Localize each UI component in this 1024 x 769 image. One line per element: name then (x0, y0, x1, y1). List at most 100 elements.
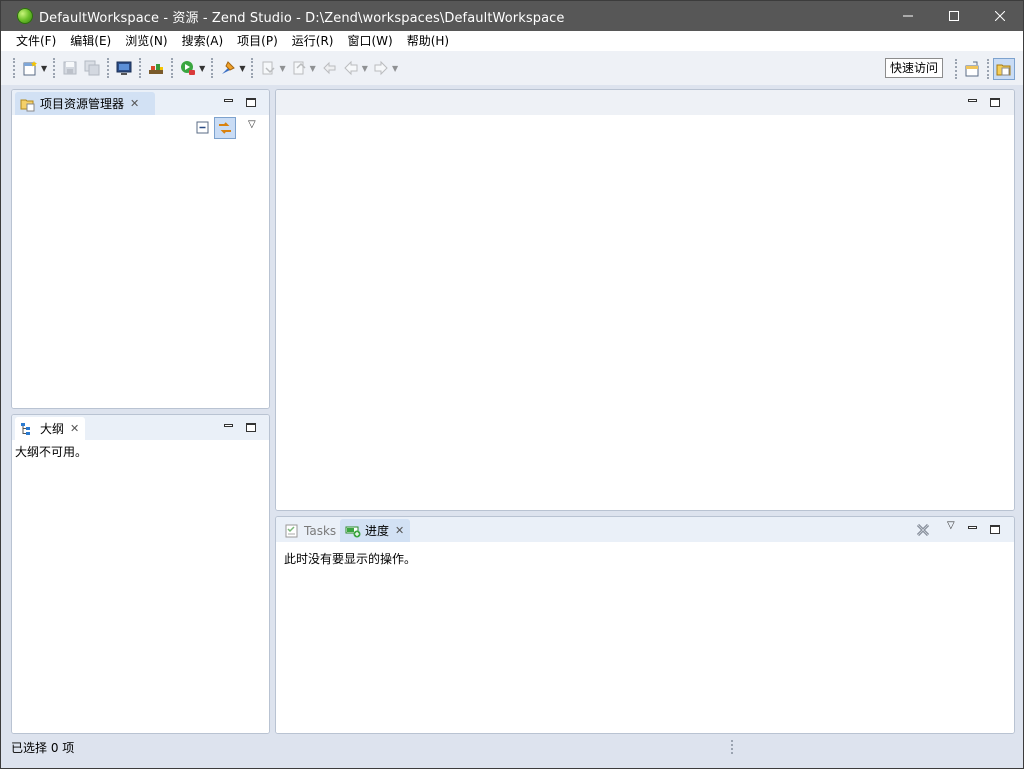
editor-area-header (276, 90, 1014, 115)
tasks-icon (284, 523, 300, 539)
outline-body: 大纲不可用。 (12, 440, 269, 733)
view-menu-icon[interactable]: ▽ (248, 119, 256, 130)
close-button[interactable] (977, 1, 1023, 31)
close-icon (995, 11, 1005, 21)
run-dropdown-icon[interactable]: ▼ (199, 64, 205, 73)
toolbar-separator (139, 58, 142, 78)
toolbar-grip[interactable] (955, 59, 957, 79)
next-annotation-dropdown-icon[interactable]: ▼ (279, 64, 285, 73)
title-bar[interactable]: DefaultWorkspace - 资源 - Zend Studio - D:… (1, 1, 1023, 31)
menu-window[interactable]: 窗口(W) (340, 31, 399, 51)
editor-area (275, 89, 1015, 511)
minimize-view-button[interactable] (222, 96, 234, 108)
new-dropdown-icon[interactable]: ▼ (41, 64, 47, 73)
tab-progress-label: 进度 (365, 524, 390, 538)
forward-dropdown-icon[interactable]: ▼ (392, 64, 398, 73)
collapse-all-icon[interactable] (195, 120, 211, 136)
project-explorer-body[interactable]: ▽ (12, 115, 269, 408)
menu-search[interactable]: 搜索(A) (175, 31, 231, 51)
toolbar-separator (251, 58, 254, 78)
maximize-view-icon (246, 422, 256, 432)
tab-tasks[interactable]: Tasks (279, 519, 342, 542)
remove-all-finished-icon[interactable] (914, 521, 932, 539)
project-explorer-panel: 项目资源管理器 ✕ ▽ (11, 89, 270, 409)
new-icon[interactable] (22, 60, 38, 76)
zend-studio-app-icon (17, 8, 33, 24)
quick-access-field[interactable]: 快速访问 (884, 58, 943, 78)
toolbar-separator (107, 58, 110, 78)
status-text: 已选择 0 项 (11, 740, 75, 755)
window-title: DefaultWorkspace - 资源 - Zend Studio - D:… (39, 10, 565, 26)
minimize-view-icon (967, 525, 977, 529)
status-bar-separator (731, 740, 733, 754)
menu-project[interactable]: 项目(P) (230, 31, 285, 51)
progress-icon (345, 523, 361, 539)
minimize-view-icon (223, 423, 233, 427)
open-perspective-button[interactable] (961, 58, 983, 80)
maximize-view-icon (990, 97, 1000, 107)
resource-perspective-button[interactable] (993, 58, 1015, 80)
deploy-dropdown-icon[interactable]: ▼ (239, 64, 245, 73)
outline-panel: 大纲 ✕ 大纲不可用。 (11, 414, 270, 734)
maximize-view-icon (990, 524, 1000, 534)
outline-icon (20, 421, 36, 437)
window-bottom-edge (1, 760, 1023, 768)
menu-bar: 文件(F) 编辑(E) 浏览(N) 搜索(A) 项目(P) 运行(R) 窗口(W… (1, 31, 1023, 51)
bottom-panel-header: Tasks 进度 ✕ ▽ (276, 517, 1014, 542)
link-with-editor-icon[interactable] (214, 117, 236, 139)
menu-help[interactable]: 帮助(H) (400, 31, 456, 51)
debug-run-icon[interactable] (180, 60, 196, 76)
save-all-icon[interactable] (84, 60, 100, 76)
toolbar-grip[interactable] (13, 58, 15, 78)
window-controls (885, 1, 1023, 31)
minimize-editor-button[interactable] (966, 96, 978, 108)
close-tab-icon[interactable]: ✕ (130, 97, 139, 110)
minimize-button[interactable] (885, 1, 931, 31)
folder-icon (20, 96, 36, 112)
maximize-view-button[interactable] (245, 96, 257, 108)
tab-project-explorer[interactable]: 项目资源管理器 ✕ (15, 92, 155, 115)
terminal-icon[interactable] (116, 60, 132, 76)
close-tab-icon[interactable]: ✕ (70, 422, 79, 435)
status-bar: 已选择 0 项 (1, 734, 1023, 760)
prev-annotation-icon[interactable] (291, 60, 307, 76)
menu-run[interactable]: 运行(R) (285, 31, 341, 51)
maximize-view-button[interactable] (245, 421, 257, 433)
project-explorer-header: 项目资源管理器 ✕ (12, 90, 269, 115)
minimize-icon (903, 15, 913, 17)
forward-icon[interactable] (373, 60, 389, 76)
progress-message: 此时没有要显示的操作。 (284, 552, 417, 566)
build-icon[interactable] (148, 60, 164, 76)
minimize-view-button[interactable] (966, 523, 978, 535)
back-icon[interactable] (343, 60, 359, 76)
deploy-icon[interactable] (220, 60, 236, 76)
progress-body: 此时没有要显示的操作。 (276, 542, 1014, 733)
maximize-button[interactable] (931, 1, 977, 31)
tab-tasks-label: Tasks (304, 523, 337, 538)
perspective-bar (951, 58, 1015, 80)
tab-progress[interactable]: 进度 ✕ (340, 519, 411, 542)
last-edit-icon[interactable] (321, 60, 337, 76)
close-tab-icon[interactable]: ✕ (395, 524, 404, 537)
minimize-view-icon (967, 98, 977, 102)
view-menu-icon[interactable]: ▽ (947, 520, 955, 531)
editor-body[interactable] (276, 115, 1014, 510)
menu-file[interactable]: 文件(F) (9, 31, 63, 51)
outline-header: 大纲 ✕ (12, 415, 269, 440)
bottom-panel: Tasks 进度 ✕ ▽ 此时没有要显示的操作。 (275, 516, 1015, 734)
menu-edit[interactable]: 编辑(E) (63, 31, 118, 51)
toolbar-separator (53, 58, 56, 78)
menu-navigate[interactable]: 浏览(N) (118, 31, 174, 51)
next-annotation-icon[interactable] (260, 60, 276, 76)
prev-annotation-dropdown-icon[interactable]: ▼ (310, 64, 316, 73)
tab-outline-label: 大纲 (40, 422, 65, 436)
maximize-editor-button[interactable] (989, 96, 1001, 108)
toolbar-separator (211, 58, 214, 78)
save-icon[interactable] (62, 60, 78, 76)
resource-perspective-icon (996, 64, 1011, 76)
minimize-view-button[interactable] (222, 421, 234, 433)
back-dropdown-icon[interactable]: ▼ (362, 64, 368, 73)
maximize-view-button[interactable] (989, 523, 1001, 535)
maximize-view-icon (246, 97, 256, 107)
tab-outline[interactable]: 大纲 ✕ (15, 417, 86, 440)
